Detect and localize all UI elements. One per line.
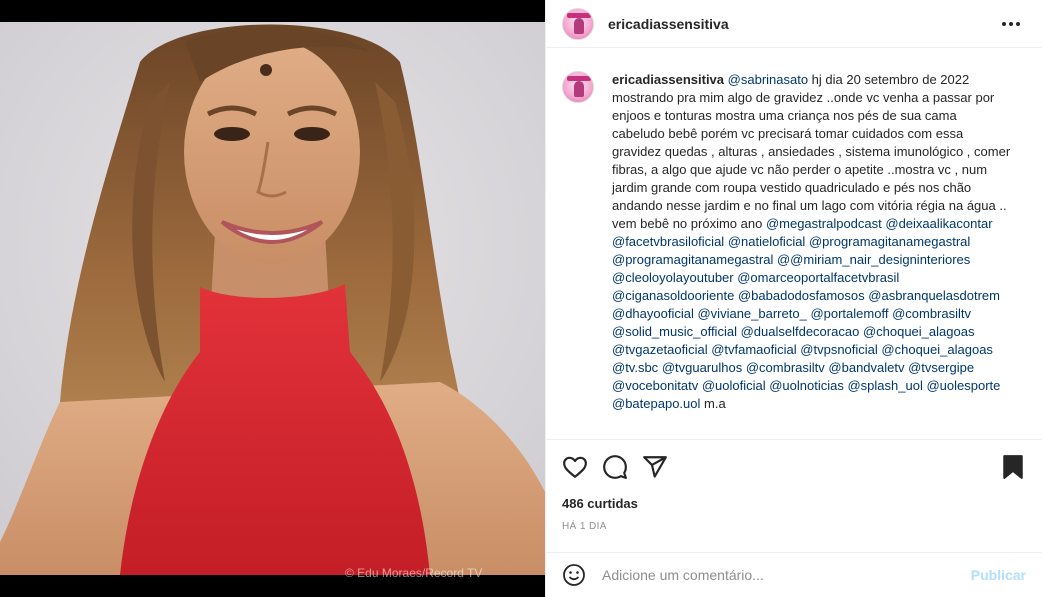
- caption-author-avatar[interactable]: [562, 71, 594, 103]
- more-dot: [1016, 21, 1020, 26]
- action-icons-row: [546, 440, 1042, 494]
- caption-mention-link[interactable]: @miriam_nair_designinteriores: [790, 252, 970, 267]
- caption-mention-link[interactable]: @uolesporte: [926, 378, 1000, 393]
- post-media-panel: © Edu Moraes/Record TV: [0, 0, 545, 597]
- caption-ending: m.a: [704, 396, 726, 411]
- post-header: ericadiassensitiva: [546, 0, 1042, 48]
- post-caption: ericadiassensitiva @sabrinasato hj dia 2…: [612, 71, 1012, 413]
- caption-mention-link[interactable]: @tvsergipe: [908, 360, 974, 375]
- instagram-post-modal: © Edu Moraes/Record TV ericadiassensitiv…: [0, 0, 1042, 597]
- caption-row: ericadiassensitiva @sabrinasato hj dia 2…: [562, 71, 1026, 413]
- heart-icon[interactable]: [562, 454, 588, 480]
- caption-mention-link[interactable]: @megastralpodcast: [766, 216, 882, 231]
- portrait-image: [0, 22, 545, 575]
- caption-mention-link[interactable]: @combrasiltv: [746, 360, 825, 375]
- caption-mention-link[interactable]: @solid_music_official: [612, 324, 737, 339]
- caption-mention-link[interactable]: @vocebonitatv: [612, 378, 698, 393]
- caption-mention-link[interactable]: @splash_uol: [847, 378, 922, 393]
- caption-username[interactable]: ericadiassensitiva: [612, 72, 724, 87]
- more-options-icon[interactable]: [996, 16, 1026, 32]
- caption-mention-link[interactable]: @natieloficial: [728, 234, 806, 249]
- avatar-figure-shape: [574, 81, 584, 97]
- caption-mention-link[interactable]: @sabrinasato: [728, 72, 808, 87]
- caption-mention-link[interactable]: @: [777, 252, 790, 267]
- caption-mention-link[interactable]: @portalemoff: [810, 306, 888, 321]
- caption-mention-link[interactable]: @batepapo.uol: [612, 396, 700, 411]
- post-timestamp[interactable]: HÁ 1 DIA: [546, 521, 1042, 532]
- caption-mention-link[interactable]: @ciganasoldooriente: [612, 288, 734, 303]
- caption-mention-link[interactable]: @tvguarulhos: [662, 360, 742, 375]
- post-side-panel: ericadiassensitiva ericadiassensitiva @s…: [545, 0, 1042, 597]
- author-username[interactable]: ericadiassensitiva: [608, 16, 729, 32]
- more-dot: [1009, 21, 1013, 26]
- caption-mention-link[interactable]: @deixaalikacontar: [885, 216, 992, 231]
- caption-mention-link[interactable]: @tv.sbc: [612, 360, 658, 375]
- post-photo[interactable]: [0, 22, 545, 575]
- caption-mentions: @megastralpodcast @deixaalikacontar @fac…: [612, 216, 1000, 411]
- caption-mention-link[interactable]: @asbranquelasdotrem: [868, 288, 1000, 303]
- caption-mention-link[interactable]: @cleoloyolayoutuber: [612, 270, 734, 285]
- avatar-figure-shape: [574, 17, 584, 34]
- caption-mention-link[interactable]: @uolnoticias: [769, 378, 844, 393]
- caption-mention-link[interactable]: @bandvaletv: [828, 360, 904, 375]
- caption-mention-link[interactable]: @combrasiltv: [892, 306, 971, 321]
- caption-mention-link[interactable]: @uoloficial: [702, 378, 766, 393]
- author-avatar[interactable]: [562, 7, 594, 40]
- caption-mention-link[interactable]: @facetvbrasiloficial: [612, 234, 724, 249]
- likes-count[interactable]: 486 curtidas: [546, 496, 1042, 511]
- caption-mention-link[interactable]: @tvpsnoficial: [800, 342, 878, 357]
- caption-text: hj dia 20 setembro de 2022 mostrando pra…: [612, 72, 1011, 231]
- caption-mention-link[interactable]: @babadodosfamosos: [738, 288, 865, 303]
- caption-mention-link[interactable]: @tvgazetaoficial: [612, 342, 708, 357]
- caption-mention-link[interactable]: @tvfamaoficial: [711, 342, 796, 357]
- avatar-logo-text-shape: [567, 12, 591, 18]
- caption-mention-link[interactable]: @viviane_barreto_: [697, 306, 806, 321]
- emoji-icon[interactable]: [562, 563, 586, 587]
- comment-composer: Publicar: [546, 552, 1042, 597]
- comment-icon[interactable]: [602, 454, 628, 480]
- publish-button[interactable]: Publicar: [971, 567, 1026, 583]
- caption-mention-link[interactable]: @choquei_alagoas: [863, 324, 975, 339]
- caption-mention-link[interactable]: @choquei_alagoas: [881, 342, 993, 357]
- post-actions-area: 486 curtidas HÁ 1 DIA: [546, 439, 1042, 551]
- image-credit-watermark: © Edu Moraes/Record TV: [345, 566, 483, 580]
- more-dot: [1002, 21, 1006, 26]
- caption-mention-link[interactable]: @omarceoportalfacetvbrasil: [737, 270, 899, 285]
- caption-mention-link[interactable]: @programagitanamegastral: [809, 234, 970, 249]
- paper-plane-icon[interactable]: [642, 454, 668, 480]
- caption-mention-link[interactable]: @dhayooficial: [612, 306, 694, 321]
- caption-mention-link[interactable]: @dualselfdecoracao: [741, 324, 860, 339]
- bookmark-icon[interactable]: [1000, 454, 1026, 480]
- caption-mention-link[interactable]: @programagitanamegastral: [612, 252, 773, 267]
- comments-scroll-area[interactable]: ericadiassensitiva @sabrinasato hj dia 2…: [546, 49, 1042, 439]
- comment-input[interactable]: [602, 567, 961, 583]
